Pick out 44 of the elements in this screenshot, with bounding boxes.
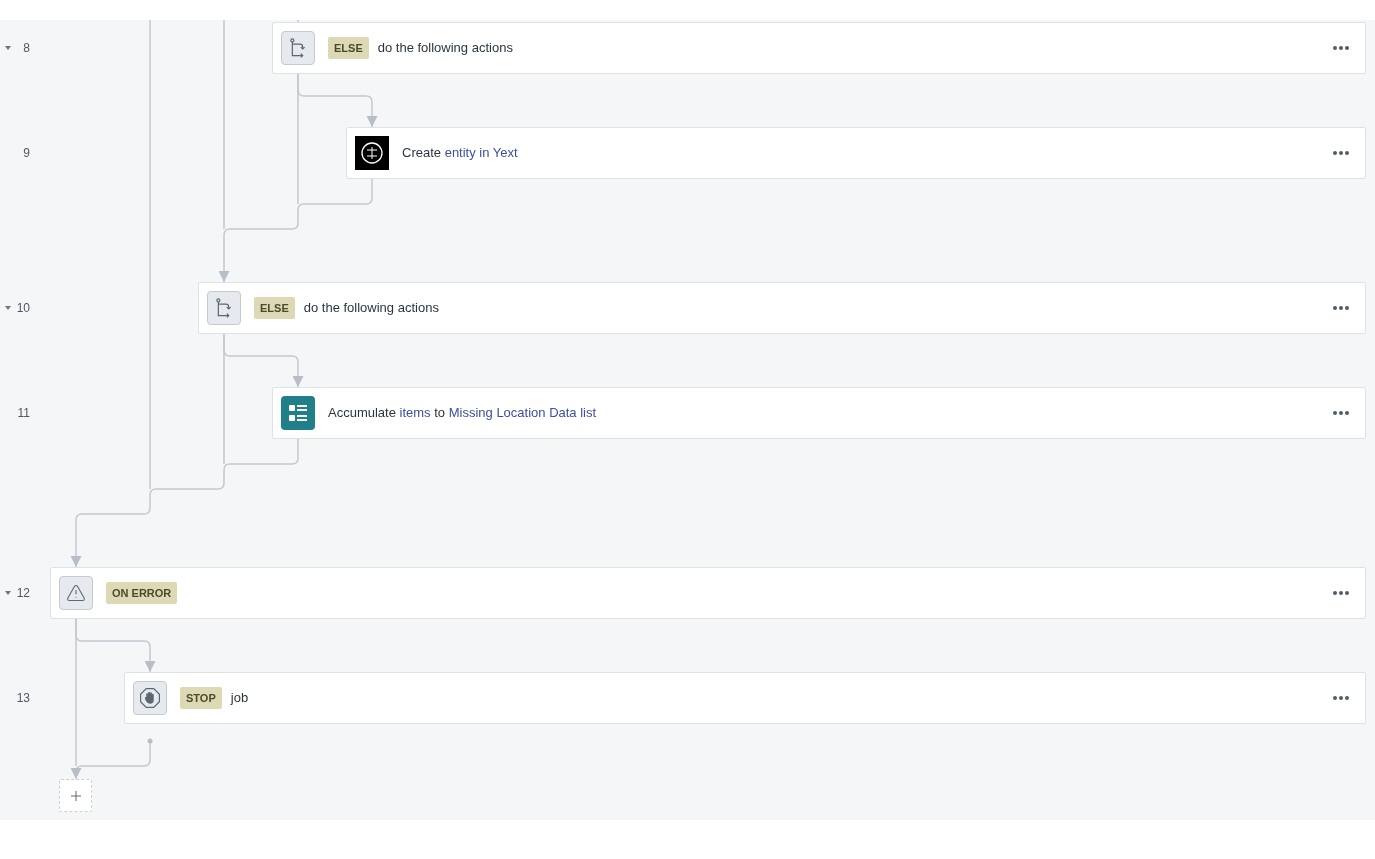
caret-icon[interactable] — [4, 589, 12, 597]
connector-arrow — [70, 768, 82, 780]
step-text: Accumulate items to Missing Location Data list — [328, 404, 597, 423]
branch-icon — [207, 291, 241, 325]
line-number: 9 — [22, 145, 30, 162]
connector-dot — [147, 738, 153, 744]
more-icon — [1333, 411, 1349, 415]
step-text: do the following actions — [303, 299, 439, 318]
step-text: job — [230, 689, 249, 708]
step-card[interactable]: ELSE do the following actions — [198, 282, 1366, 334]
step-card[interactable]: Create entity in Yext — [346, 127, 1366, 179]
field-token[interactable]: entity in Yext — [444, 145, 518, 161]
more-icon — [1333, 696, 1349, 700]
line-number: 10 — [15, 300, 30, 317]
step-text: Create entity in Yext — [402, 144, 518, 163]
step-card[interactable]: ELSE do the following actions — [272, 22, 1366, 74]
connector-arrow — [218, 234, 230, 283]
step-card[interactable]: ON ERROR — [50, 567, 1366, 619]
line-number: 8 — [22, 40, 30, 57]
step-card[interactable]: Accumulate items to Missing Location Data list — [272, 387, 1366, 439]
more-icon — [1333, 151, 1349, 155]
branch-icon — [281, 31, 315, 65]
warning-icon — [59, 576, 93, 610]
field-token[interactable]: items — [399, 405, 431, 421]
logo-icon — [355, 136, 389, 170]
line-number: 12 — [15, 585, 30, 602]
caret-icon[interactable] — [4, 304, 12, 312]
line-number: 13 — [15, 690, 30, 707]
list-icon — [281, 396, 315, 430]
step-tag: ELSE — [328, 36, 369, 60]
more-icon — [1333, 591, 1349, 595]
connector-arrow — [70, 519, 82, 568]
more-icon — [1333, 46, 1349, 50]
stop-hand-icon — [133, 681, 167, 715]
more-icon — [1333, 306, 1349, 310]
step-tag: ELSE — [254, 296, 295, 320]
connector-line — [297, 20, 299, 23]
step-tag: STOP — [180, 686, 222, 710]
line-number: 11 — [16, 405, 30, 422]
caret-icon[interactable] — [4, 44, 12, 52]
step-card[interactable]: STOP job — [124, 672, 1366, 724]
step-text: do the following actions — [377, 39, 513, 58]
step-tag: ON ERROR — [106, 581, 178, 605]
field-token[interactable]: Missing Location Data list — [448, 405, 597, 421]
